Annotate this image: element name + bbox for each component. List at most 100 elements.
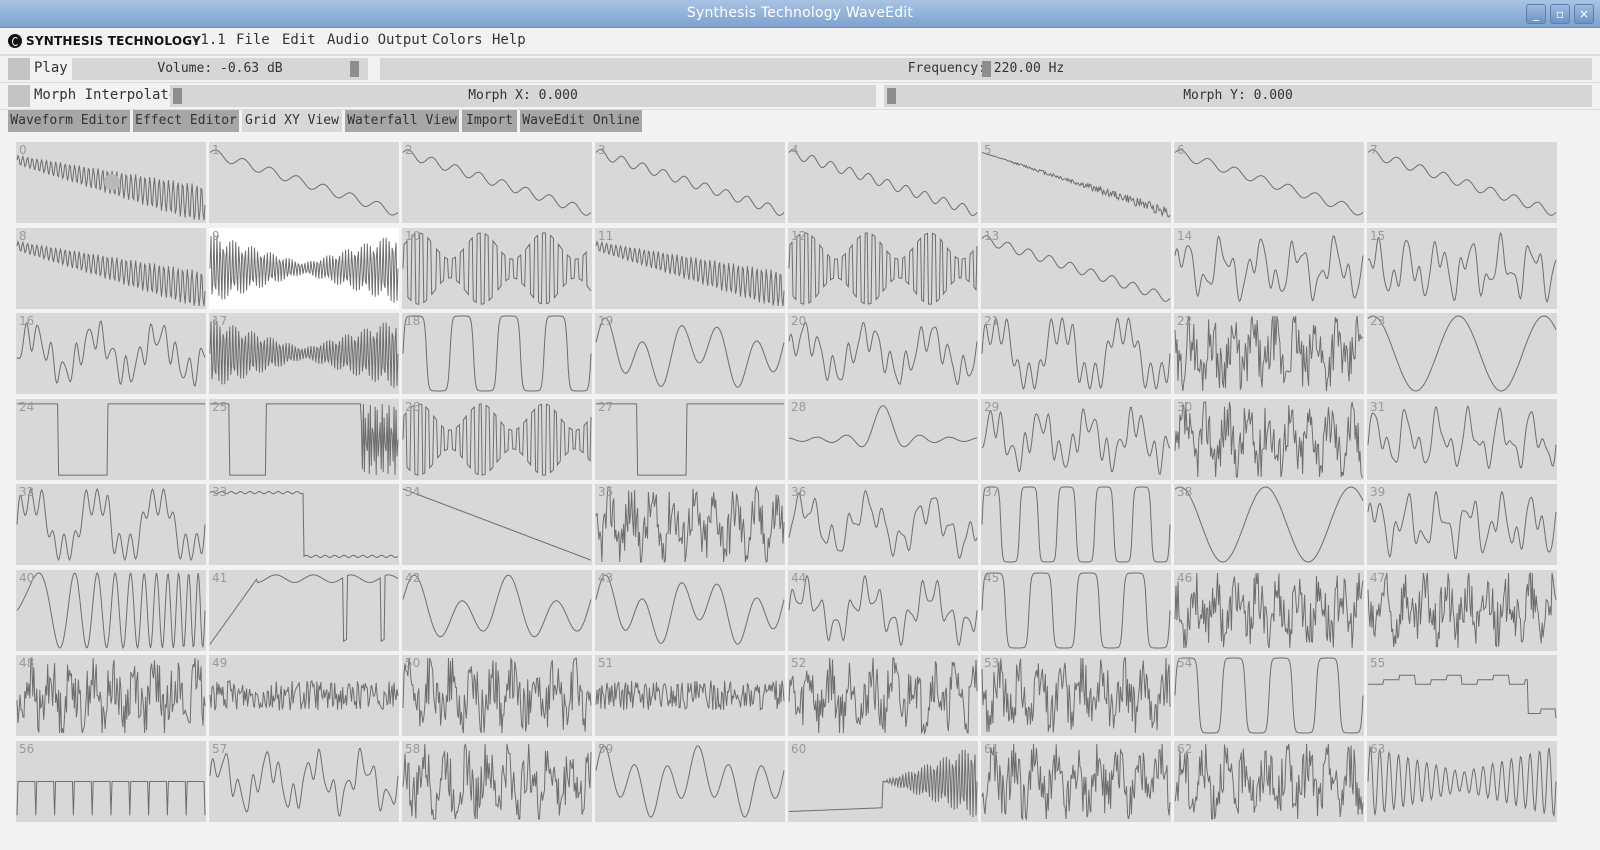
menu-help[interactable]: Help <box>492 32 526 48</box>
wave-cell[interactable]: 50 <box>402 655 592 736</box>
wave-cell[interactable]: 17 <box>209 313 399 394</box>
waveform-plot <box>596 403 784 476</box>
wave-cell[interactable]: 49 <box>209 655 399 736</box>
wave-index-label: 46 <box>1177 571 1193 585</box>
wave-cell[interactable]: 7 <box>1367 142 1557 223</box>
wave-cell[interactable]: 58 <box>402 741 592 822</box>
wave-cell[interactable]: 25 <box>209 399 399 480</box>
wave-cell[interactable]: 9 <box>209 228 399 309</box>
wave-cell[interactable]: 43 <box>595 570 785 651</box>
wave-cell[interactable]: 21 <box>981 313 1171 394</box>
wave-cell[interactable]: 37 <box>981 484 1171 565</box>
tab-waterfall-view[interactable]: Waterfall View <box>345 110 459 132</box>
wave-cell[interactable]: 12 <box>788 228 978 309</box>
wave-cell[interactable]: 62 <box>1174 741 1364 822</box>
wave-cell[interactable]: 63 <box>1367 741 1557 822</box>
wave-cell[interactable]: 54 <box>1174 655 1364 736</box>
tab-effect-editor[interactable]: Effect Editor <box>133 110 239 132</box>
minimize-button[interactable]: _ <box>1526 4 1546 24</box>
wave-cell[interactable]: 33 <box>209 484 399 565</box>
waveform-line <box>1174 486 1364 563</box>
wave-cell[interactable]: 19 <box>595 313 785 394</box>
wave-cell[interactable]: 59 <box>595 741 785 822</box>
play-checkbox[interactable] <box>8 58 30 80</box>
waveform-plot <box>595 574 785 645</box>
wave-cell[interactable]: 31 <box>1367 399 1557 480</box>
view-tabs: Waveform Editor Effect Editor Grid XY Vi… <box>0 110 1600 136</box>
tab-waveform-editor[interactable]: Waveform Editor <box>8 110 130 132</box>
wave-cell[interactable]: 30 <box>1174 399 1364 480</box>
morph-y-slider[interactable]: Morph Y: 0.000 <box>884 85 1592 107</box>
morph-y-slider-handle[interactable] <box>887 88 896 104</box>
volume-slider-handle[interactable] <box>350 61 359 77</box>
wave-cell[interactable]: 28 <box>788 399 978 480</box>
wave-cell[interactable]: 13 <box>981 228 1171 309</box>
waveform-plot <box>981 152 1171 218</box>
wave-cell[interactable]: 1 <box>209 142 399 223</box>
wave-cell[interactable]: 42 <box>402 570 592 651</box>
wave-cell[interactable]: 39 <box>1367 484 1557 565</box>
wave-cell[interactable]: 24 <box>16 399 206 480</box>
tab-import[interactable]: Import <box>462 110 517 132</box>
wave-cell[interactable]: 47 <box>1367 570 1557 651</box>
wave-cell[interactable]: 26 <box>402 399 592 480</box>
wave-cell[interactable]: 8 <box>16 228 206 309</box>
wave-cell[interactable]: 27 <box>595 399 785 480</box>
wave-cell[interactable]: 10 <box>402 228 592 309</box>
volume-slider[interactable]: Volume: -0.63 dB <box>72 58 368 80</box>
wave-cell[interactable]: 20 <box>788 313 978 394</box>
menu-edit[interactable]: Edit <box>282 32 316 48</box>
menu-colors[interactable]: Colors <box>432 32 483 48</box>
wave-cell[interactable]: 45 <box>981 570 1171 651</box>
wave-cell[interactable]: 11 <box>595 228 785 309</box>
wave-cell[interactable]: 51 <box>595 655 785 736</box>
frequency-slider[interactable]: Frequency: 220.00 Hz <box>380 58 1592 80</box>
frequency-slider-handle[interactable] <box>982 61 991 77</box>
wave-cell[interactable]: 36 <box>788 484 978 565</box>
wave-cell[interactable]: 35 <box>595 484 785 565</box>
wave-cell[interactable]: 29 <box>981 399 1171 480</box>
wave-cell[interactable]: 46 <box>1174 570 1364 651</box>
maximize-button[interactable]: ▫ <box>1550 4 1570 24</box>
wave-cell[interactable]: 53 <box>981 655 1171 736</box>
wave-cell[interactable]: 32 <box>16 484 206 565</box>
tab-waveedit-online[interactable]: WaveEdit Online <box>520 110 642 132</box>
menu-file[interactable]: File <box>236 32 270 48</box>
brand-text: SYNTHESIS TECHNOLOGY <box>26 34 201 48</box>
wave-cell[interactable]: 0 <box>16 142 206 223</box>
tab-grid-xy-view[interactable]: Grid XY View <box>242 110 342 132</box>
wave-cell[interactable]: 41 <box>209 570 399 651</box>
wave-cell[interactable]: 48 <box>16 655 206 736</box>
wave-cell[interactable]: 15 <box>1367 228 1557 309</box>
wave-cell[interactable]: 18 <box>402 313 592 394</box>
wave-cell[interactable]: 40 <box>16 570 206 651</box>
morph-x-slider-handle[interactable] <box>173 88 182 104</box>
morph-x-slider[interactable]: Morph X: 0.000 <box>170 85 876 107</box>
wave-cell[interactable]: 56 <box>16 741 206 822</box>
morph-interpolate-checkbox[interactable] <box>8 85 30 107</box>
wave-cell[interactable]: 16 <box>16 313 206 394</box>
wave-cell[interactable]: 22 <box>1174 313 1364 394</box>
wave-cell[interactable]: 52 <box>788 655 978 736</box>
wave-cell[interactable]: 60 <box>788 741 978 822</box>
wave-cell[interactable]: 5 <box>981 142 1171 223</box>
wave-grid[interactable]: 0 1 2 3 4 5 6 7 8 9 10 11 12 13 14 15 16 17 18 19 20 21 22 23 24… <box>0 136 1600 850</box>
wave-cell[interactable]: 55 <box>1367 655 1557 736</box>
wave-cell[interactable]: 3 <box>595 142 785 223</box>
menu-audio-output[interactable]: Audio Output <box>327 32 428 48</box>
close-button[interactable]: × <box>1574 4 1594 24</box>
wave-cell[interactable]: 57 <box>209 741 399 822</box>
morph-x-value: Morph X: 0.000 <box>468 88 578 103</box>
wave-cell[interactable]: 38 <box>1174 484 1364 565</box>
wave-cell[interactable]: 23 <box>1367 313 1557 394</box>
wave-cell[interactable]: 34 <box>402 484 592 565</box>
wave-index-label: 57 <box>212 742 228 756</box>
wave-cell[interactable]: 6 <box>1174 142 1364 223</box>
waveform-plot <box>1367 405 1557 470</box>
morph-position-marker[interactable] <box>104 174 120 190</box>
wave-cell[interactable]: 14 <box>1174 228 1364 309</box>
wave-cell[interactable]: 61 <box>981 741 1171 822</box>
wave-cell[interactable]: 2 <box>402 142 592 223</box>
wave-cell[interactable]: 4 <box>788 142 978 223</box>
wave-cell[interactable]: 44 <box>788 570 978 651</box>
